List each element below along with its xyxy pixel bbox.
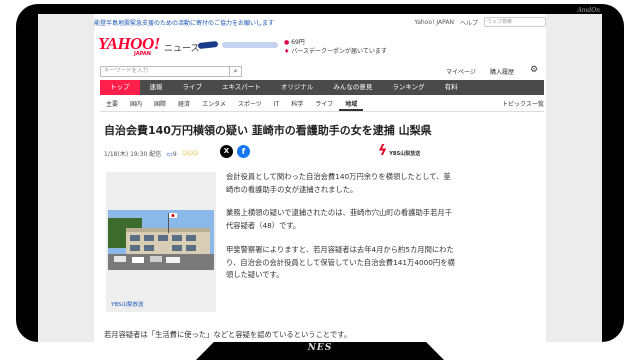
article-meta: 1/18(木) 19:30 配信 ▭9 ☺☺☺	[104, 149, 199, 159]
purchase-history-link[interactable]: 購入履歴	[490, 67, 514, 76]
tab-it[interactable]: IT	[268, 98, 285, 111]
article-body: 会計役員として関わった自治会費140万円余りを横領したとして、韮崎市の看護助手の…	[226, 171, 456, 293]
user-icon	[197, 40, 219, 50]
tv-brand-top: AmdOn	[577, 7, 600, 14]
x-share-icon[interactable]: X	[220, 145, 233, 158]
nav-item-top[interactable]: トップ	[100, 80, 140, 95]
user-area[interactable]	[197, 40, 278, 50]
points-icon: ●	[284, 39, 290, 46]
keyword-search-input[interactable]: キーワードを入力	[100, 66, 230, 77]
donation-notice-link[interactable]: 能登半島地震緊急支援のための活動に寄付のご協力をお願いします	[94, 18, 274, 27]
category-nav: 主要 国内 国際 経済 エンタメ スポーツ IT 科学 ライフ 地域 トピックス…	[100, 98, 544, 112]
comment-link[interactable]: ▭9	[166, 150, 176, 158]
comment-icon: ▭	[166, 149, 173, 158]
nav-item-live[interactable]: ライブ	[173, 80, 213, 95]
help-link[interactable]: ヘルプ	[460, 18, 478, 27]
tab-main[interactable]: 主要	[100, 98, 124, 111]
nav-item-paid[interactable]: 有料	[435, 80, 468, 95]
tab-local[interactable]: 地域	[339, 98, 364, 111]
main-nav: トップ 速報 ライブ エキスパート オリジナル みんなの意見 ランキング 有料	[100, 80, 544, 95]
reaction-icons[interactable]: ☺☺☺	[182, 150, 199, 157]
tab-sports[interactable]: スポーツ	[232, 98, 268, 111]
photo-caption[interactable]: YBS山梨放送	[111, 300, 144, 308]
tab-economy[interactable]: 経済	[172, 98, 196, 111]
nav-item-opinion[interactable]: みんなの意見	[323, 80, 382, 95]
search-row: キーワードを入力 ⌕ マイページ 購入履歴 ⚙	[100, 65, 544, 78]
article-paragraph-final: 若月容疑者は「生活費に使った」などと容疑を認めているということです。	[104, 330, 352, 339]
tv-brand-bottom: NES	[307, 343, 333, 353]
article-date: 1/18(木) 19:30 配信	[104, 151, 162, 158]
source-logo[interactable]: ϟ YBS山梨放送	[378, 144, 420, 158]
mypage-link[interactable]: マイページ	[446, 67, 476, 76]
nav-item-breaking[interactable]: 速報	[140, 80, 173, 95]
tab-entertainment[interactable]: エンタメ	[196, 98, 232, 111]
tab-life[interactable]: ライフ	[309, 98, 339, 111]
facebook-share-icon[interactable]: f	[237, 145, 250, 158]
user-name-blurred	[222, 42, 278, 48]
tab-science[interactable]: 科学	[285, 98, 309, 111]
topics-list-link[interactable]: トピックス一覧	[502, 98, 544, 111]
top-links: Yahoo! JAPAN ヘルプ ウェブ検索	[414, 17, 546, 27]
tab-international[interactable]: 国際	[148, 98, 172, 111]
news-service-label[interactable]: ニュース	[164, 41, 200, 54]
search-icon[interactable]: ⌕	[230, 66, 242, 77]
article-paragraph: 甲斐警察署によりますと、若月容疑者は去年4月から約5カ月間にわたり、自治会の会計…	[226, 244, 455, 280]
police-station-photo[interactable]	[108, 210, 214, 270]
nav-item-ranking[interactable]: ランキング	[382, 80, 434, 95]
yahoo-logo-japan: JAPAN	[134, 51, 151, 57]
ybs-logo-icon: ϟ	[378, 143, 388, 159]
source-name: YBS山梨放送	[389, 151, 421, 157]
article-photo-box[interactable]: YBS山梨放送	[106, 172, 216, 312]
coupon-message: バースデークーポンが届いています	[291, 48, 387, 55]
web-search-input[interactable]: ウェブ検索	[484, 17, 546, 27]
browser-screen: 能登半島地震緊急支援のための活動に寄付のご協力をお願いします Yahoo! JA…	[38, 14, 602, 342]
right-gutter	[546, 14, 602, 342]
gear-icon[interactable]: ⚙	[530, 65, 538, 75]
article-paragraph: 業務上横領の疑いで逮捕されたのは、韮崎市穴山町の看護助手若月千代容疑者（48）で…	[226, 208, 452, 231]
yahoo-japan-link[interactable]: Yahoo! JAPAN	[414, 19, 454, 26]
nav-item-expert[interactable]: エキスパート	[212, 80, 271, 95]
points-info[interactable]: ● 69円 ♦ バースデークーポンが届いています	[284, 38, 387, 56]
nav-item-original[interactable]: オリジナル	[271, 80, 324, 95]
comment-count: 9	[172, 150, 177, 158]
bell-icon: ♦	[284, 48, 290, 55]
article-title: 自治会費140万円横領の疑い 韮崎市の看護助手の女を逮捕 山梨県	[104, 124, 432, 137]
police-station-illustration	[108, 210, 214, 270]
article-paragraph: 会計役員として関わった自治会費140万円余りを横領したとして、韮崎市の看護助手の…	[226, 172, 451, 194]
points-value: 69円	[291, 39, 305, 46]
left-gutter	[38, 14, 94, 342]
tab-domestic[interactable]: 国内	[124, 98, 148, 111]
